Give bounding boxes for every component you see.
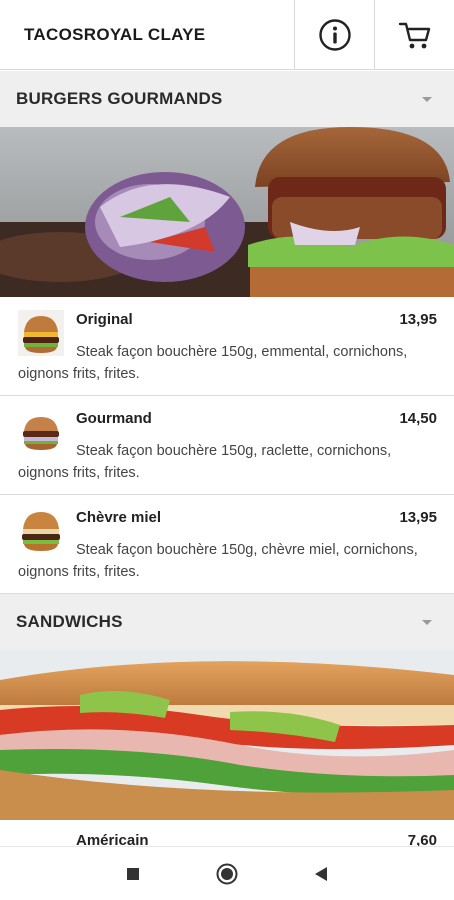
menu-item[interactable]: Américain 7,60 xyxy=(0,820,454,846)
item-description: Steak façon bouchère 150g, emmental, cor… xyxy=(18,344,408,382)
chevron-down-icon xyxy=(422,619,432,625)
item-name: Gourmand xyxy=(76,410,152,427)
item-price: 14,50 xyxy=(399,410,437,427)
app-bar: TACOSROYAL CLAYE xyxy=(0,0,454,70)
triangle-back-icon xyxy=(315,866,327,881)
item-name: Américain xyxy=(76,832,149,846)
back-button[interactable] xyxy=(274,847,368,900)
system-navigation-bar xyxy=(0,846,454,900)
circle-home-icon xyxy=(216,863,238,884)
info-button[interactable] xyxy=(294,0,374,69)
item-description: Steak façon bouchère 150g, raclette, cor… xyxy=(18,443,392,481)
home-button[interactable] xyxy=(180,847,274,900)
square-icon xyxy=(127,867,139,880)
section-title: BURGERS GOURMANDS xyxy=(16,89,223,108)
section-header-burgers[interactable]: BURGERS GOURMANDS xyxy=(0,71,454,127)
cart-icon xyxy=(398,22,430,48)
cart-button[interactable] xyxy=(374,0,454,69)
section-header-sandwichs[interactable]: SANDWICHS xyxy=(0,594,454,650)
recents-button[interactable] xyxy=(86,847,180,900)
item-price: 13,95 xyxy=(399,509,437,526)
item-price: 7,60 xyxy=(407,832,437,846)
sandwich-banner-image xyxy=(0,650,454,820)
item-description: Steak façon bouchère 150g, chèvre miel, … xyxy=(18,542,418,580)
info-circle-icon xyxy=(318,18,351,51)
menu-list[interactable]: BURGERS GOURMANDS Original 13,95 Steak f… xyxy=(0,71,454,846)
menu-item[interactable]: Gourmand 14,50 Steak façon bouchère 150g… xyxy=(0,396,454,495)
section-title: SANDWICHS xyxy=(16,612,123,631)
item-name: Chèvre miel xyxy=(76,509,162,526)
burger-banner-image xyxy=(0,127,454,297)
restaurant-title: TACOSROYAL CLAYE xyxy=(24,24,206,44)
chevron-down-icon xyxy=(422,96,432,102)
menu-item[interactable]: Chèvre miel 13,95 Steak façon bouchère 1… xyxy=(0,495,454,594)
item-price: 13,95 xyxy=(399,311,437,328)
item-name: Original xyxy=(76,311,133,328)
menu-item[interactable]: Original 13,95 Steak façon bouchère 150g… xyxy=(0,297,454,396)
